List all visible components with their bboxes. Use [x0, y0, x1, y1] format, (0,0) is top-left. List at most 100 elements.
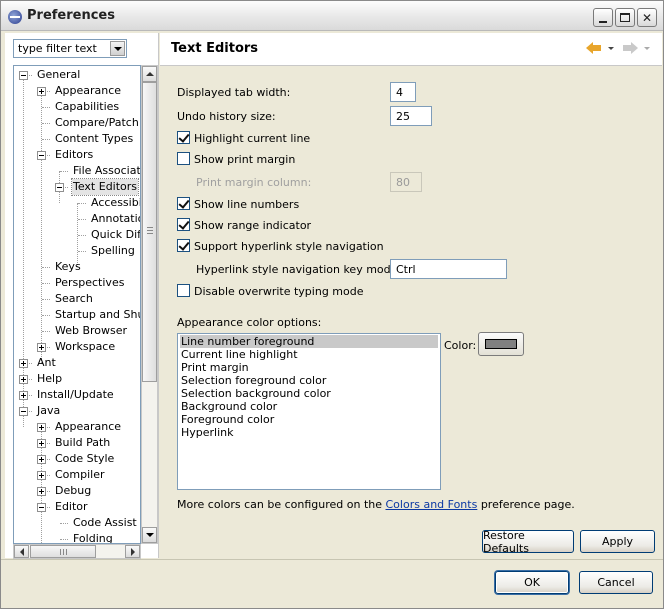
collapse-icon[interactable]: [37, 503, 46, 512]
maximize-button[interactable]: [615, 8, 635, 27]
highlight-line-checkbox[interactable]: [177, 131, 190, 144]
tree-item[interactable]: Appearance: [14, 419, 140, 435]
right-pane: Text Editors Displayed tab width: 4 Undo…: [160, 33, 662, 558]
tree-item-label: Code Style: [55, 452, 115, 465]
color-picker-button[interactable]: [478, 332, 524, 356]
expand-icon[interactable]: [19, 391, 28, 400]
title-bar[interactable]: Preferences ✕: [1, 1, 663, 31]
tree-item-label: Appearance: [55, 420, 122, 433]
expand-icon[interactable]: [19, 375, 28, 384]
forward-history-dropdown[interactable]: [644, 47, 650, 50]
tree-item[interactable]: Web Browser: [14, 323, 140, 339]
range-indicator-checkbox[interactable]: [177, 218, 190, 231]
hyperlink-navigation-checkbox[interactable]: [177, 239, 190, 252]
tree-item[interactable]: Spelling: [14, 243, 140, 259]
tree-item[interactable]: Code Assist: [14, 515, 140, 531]
minimize-button[interactable]: [593, 8, 613, 27]
arrow-right-icon: [130, 547, 135, 556]
tree-item[interactable]: Perspectives: [14, 275, 140, 291]
color-option-item[interactable]: Current line highlight: [180, 348, 438, 361]
scroll-up-button[interactable]: [142, 66, 157, 82]
back-arrow-icon: [586, 42, 602, 54]
hyperlink-modifier-input[interactable]: Ctrl: [390, 259, 507, 279]
dialog-button-bar: OK Cancel: [1, 559, 663, 608]
colors-and-fonts-link[interactable]: Colors and Fonts: [386, 498, 478, 511]
tree-item[interactable]: Ant: [14, 355, 140, 371]
expand-icon[interactable]: [37, 439, 46, 448]
color-option-item[interactable]: Line number foreground: [180, 335, 438, 348]
scroll-down-button[interactable]: [142, 527, 157, 543]
color-option-item[interactable]: Selection background color: [180, 387, 438, 400]
tree-item[interactable]: Startup and Shutd: [14, 307, 140, 323]
tree-item[interactable]: Search: [14, 291, 140, 307]
tree-item[interactable]: Annotatio: [14, 211, 140, 227]
undo-history-input[interactable]: 25: [390, 106, 432, 126]
tree-item[interactable]: Build Path: [14, 435, 140, 451]
collapse-icon[interactable]: [19, 407, 28, 416]
overwrite-mode-checkbox[interactable]: [177, 284, 190, 297]
color-options-list[interactable]: Line number foreground Current line highl…: [177, 333, 441, 490]
tree-item[interactable]: Editor: [14, 499, 140, 515]
tree-item[interactable]: Help: [14, 371, 140, 387]
tree-item[interactable]: Keys: [14, 259, 140, 275]
print-margin-checkbox[interactable]: [177, 152, 190, 165]
tree-item[interactable]: Content Types: [14, 131, 140, 147]
tree-item-label: Java: [37, 404, 61, 417]
collapse-icon[interactable]: [19, 71, 28, 80]
expand-icon[interactable]: [37, 343, 46, 352]
tree-item[interactable]: Java: [14, 403, 140, 419]
color-option-item[interactable]: Background color: [180, 400, 438, 413]
restore-defaults-button[interactable]: Restore Defaults: [482, 529, 574, 555]
filter-dropdown-button[interactable]: [110, 41, 125, 56]
expand-icon[interactable]: [37, 87, 46, 96]
scroll-right-button[interactable]: [125, 545, 140, 558]
tree-item[interactable]: Editors: [14, 147, 140, 163]
tree-vertical-scrollbar[interactable]: [141, 65, 158, 544]
color-option-item[interactable]: Foreground color: [180, 413, 438, 426]
scroll-left-button[interactable]: [14, 545, 29, 558]
expand-icon[interactable]: [37, 423, 46, 432]
back-history-dropdown[interactable]: [608, 47, 614, 50]
apply-button[interactable]: Apply: [580, 530, 655, 553]
tree-horizontal-scrollbar[interactable]: [13, 544, 141, 559]
collapse-icon[interactable]: [37, 151, 46, 160]
ok-button[interactable]: OK: [495, 571, 569, 594]
tree-item[interactable]: Compare/Patch: [14, 115, 140, 131]
tree-item[interactable]: Code Style: [14, 451, 140, 467]
tree-item[interactable]: Appearance: [14, 83, 140, 99]
back-button[interactable]: [586, 42, 602, 54]
tree-item[interactable]: Text Editors: [14, 178, 140, 196]
color-option-item[interactable]: Print margin: [180, 361, 438, 374]
expand-icon[interactable]: [19, 359, 28, 368]
color-option-item[interactable]: Selection foreground color: [180, 374, 438, 387]
hyperlink-modifier-label: Hyperlink style navigation key modifier:: [196, 263, 416, 276]
expand-icon[interactable]: [37, 455, 46, 464]
scroll-thumb[interactable]: [142, 82, 157, 382]
tree-item[interactable]: Folding: [14, 531, 140, 543]
tree-item[interactable]: Debug: [14, 483, 140, 499]
color-option-item[interactable]: Hyperlink: [180, 426, 438, 439]
tree-item[interactable]: File Associatio: [14, 163, 141, 179]
tree-item[interactable]: Install/Update: [14, 387, 140, 403]
tree-item[interactable]: Workspace: [14, 339, 140, 355]
expand-icon[interactable]: [37, 487, 46, 496]
close-button[interactable]: ✕: [637, 8, 657, 27]
hscroll-thumb[interactable]: [30, 545, 96, 558]
expand-icon[interactable]: [37, 471, 46, 480]
tree-item-label: File Associatio: [73, 164, 141, 177]
chevron-down-icon: [608, 47, 614, 50]
collapse-icon[interactable]: [55, 183, 64, 192]
tree-item[interactable]: Compiler: [14, 467, 140, 483]
tab-width-input[interactable]: 4: [390, 82, 416, 102]
line-numbers-checkbox[interactable]: [177, 197, 190, 210]
tree-item[interactable]: Capabilities: [14, 99, 140, 115]
cancel-button[interactable]: Cancel: [579, 571, 653, 594]
tree-item-label: Quick Diff: [91, 228, 141, 241]
tree-item[interactable]: Quick Diff: [14, 227, 141, 243]
tab-width-label: Displayed tab width:: [177, 86, 291, 99]
filter-input[interactable]: type filter text: [13, 39, 127, 58]
print-margin-column-input[interactable]: 80: [390, 172, 422, 192]
tree-item[interactable]: Accessibili: [14, 195, 140, 211]
forward-button[interactable]: [622, 42, 638, 54]
tree-item[interactable]: General: [14, 67, 140, 83]
